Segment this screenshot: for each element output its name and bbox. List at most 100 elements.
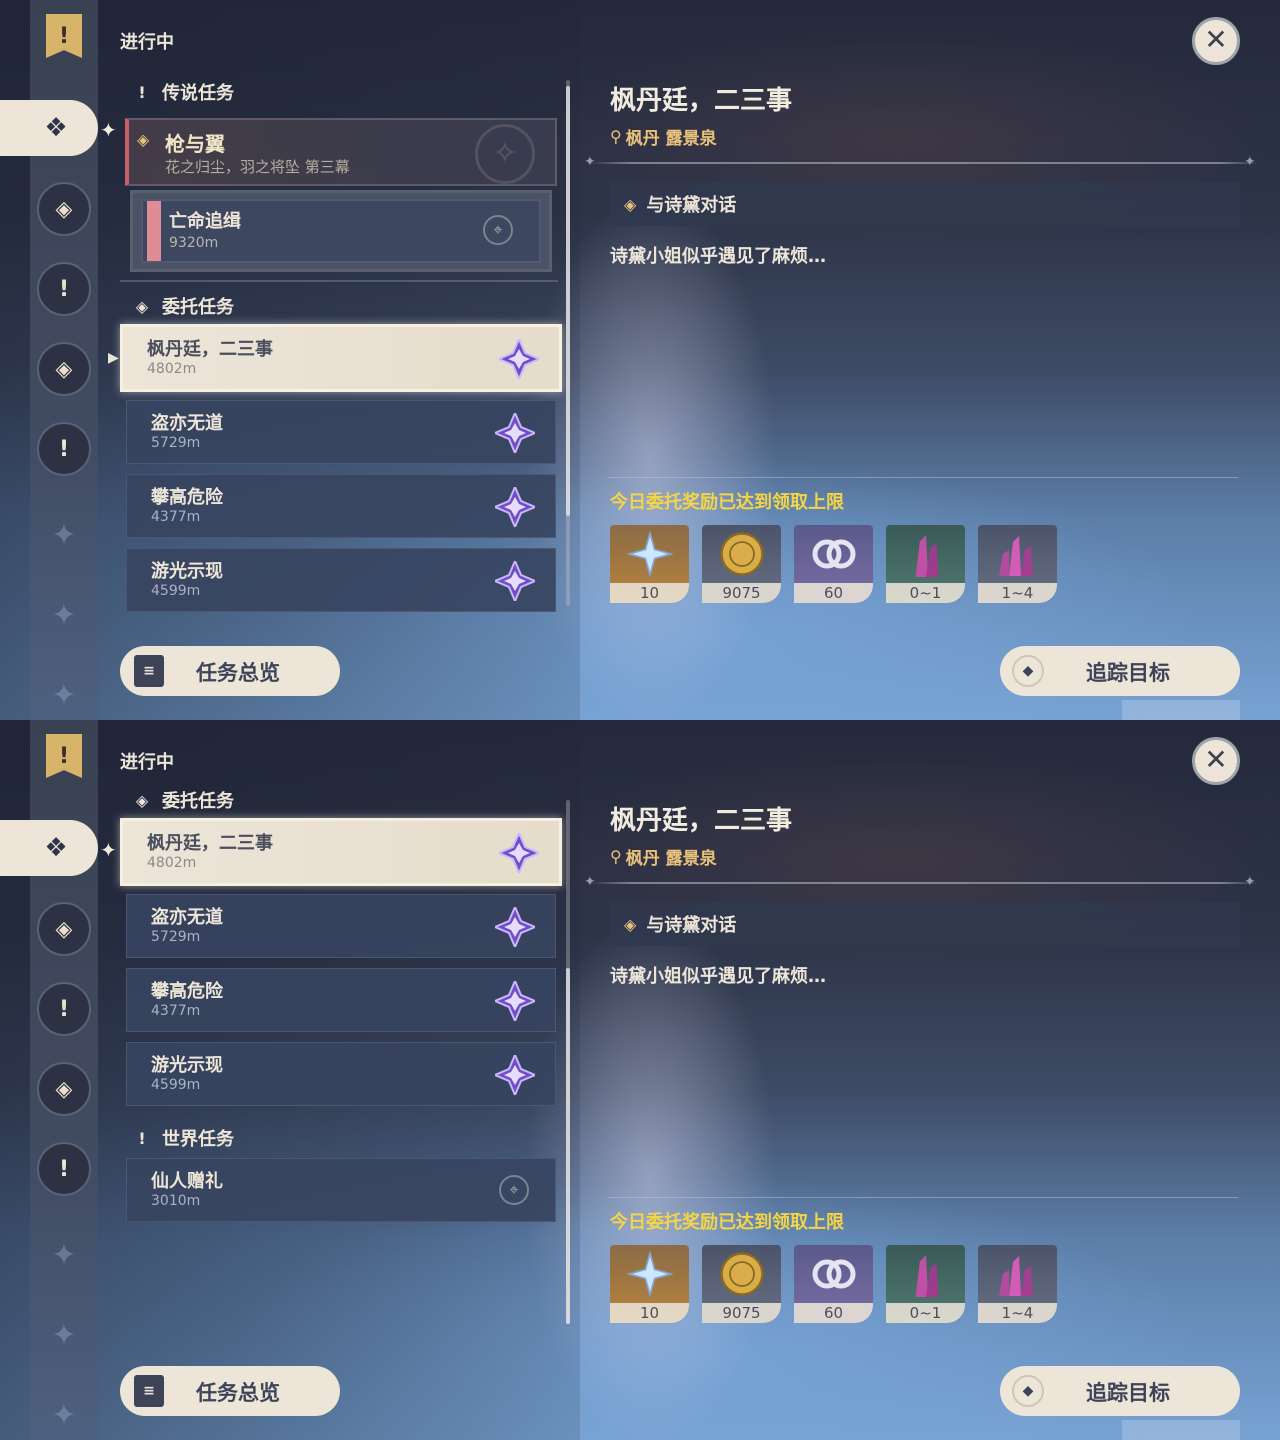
reward-count: 10 [610, 583, 689, 603]
location-pin-icon: ⚲ [610, 127, 622, 146]
map-pin-icon[interactable]: ⌖ [499, 1175, 529, 1205]
rail-tab-archon[interactable]: ◈ [37, 902, 91, 956]
close-button[interactable]: ✕ [1192, 17, 1240, 65]
quest-overview-button[interactable]: ≡ 任务总览 [120, 646, 340, 696]
reward-crystal-chunk[interactable]: 0~1 [886, 525, 965, 603]
corner-overlay [1122, 700, 1240, 720]
quest-distance: 4802m [147, 855, 197, 871]
quest-description: 诗黛小姐似乎遇见了麻烦… [610, 966, 826, 987]
quest-item[interactable]: 游光示现 4599m [126, 1042, 556, 1106]
close-button[interactable]: ✕ [1192, 737, 1240, 785]
reward-mora[interactable]: 9075 [702, 525, 781, 603]
quest-item[interactable]: 盗亦无道 5729m [126, 400, 556, 464]
track-target-button[interactable]: ◆ 追踪目标 [1000, 1366, 1240, 1416]
scrollbar-thumb[interactable] [566, 86, 570, 516]
legend-quest-item[interactable]: ◈ 枪与翼 花之归尘，羽之将坠 第三幕 ✧ [125, 118, 557, 186]
reward-count: 0~1 [886, 1303, 965, 1323]
objective-bar: ◈ 与诗黛对话 [610, 182, 1240, 226]
reward-mora[interactable]: 9075 [702, 1245, 781, 1323]
separator-ornament-icon: ✦ [584, 874, 596, 890]
category-commission: ◈ 委托任务 [132, 787, 234, 813]
quest-item-selected[interactable]: 枫丹廷，二三事 4802m [120, 818, 562, 886]
scrollbar-thumb[interactable] [566, 968, 570, 1324]
quest-distance: 4377m [151, 1003, 201, 1019]
commission-star-icon [492, 558, 538, 604]
legend-quest-subtitle: 花之归尘，羽之将坠 第三幕 [165, 158, 350, 176]
category-legend-label: 传说任务 [162, 83, 234, 104]
commission-icon: ◈ [135, 790, 149, 810]
reward-crystal-chunk[interactable]: 0~1 [886, 1245, 965, 1323]
corner-overlay [1122, 1420, 1240, 1440]
reward-fellowship[interactable]: 60 [794, 525, 873, 603]
quest-item[interactable]: 盗亦无道 5729m [126, 894, 556, 958]
reward-crystal-cluster[interactable]: 1~4 [978, 1245, 1057, 1323]
reward-crystal-cluster[interactable]: 1~4 [978, 525, 1057, 603]
reward-primogem[interactable]: 10 [610, 1245, 689, 1323]
quest-title: 盗亦无道 [151, 907, 223, 928]
legend-subquest-item[interactable]: 亡命追缉 9320m ⌖ [141, 199, 541, 263]
rail-tab-world[interactable]: ! [37, 422, 91, 476]
quest-description: 诗黛小姐似乎遇见了麻烦… [610, 246, 826, 267]
quest-detail-title: 枫丹廷，二三事 [610, 86, 793, 116]
world-quest-item[interactable]: 仙人赠礼 3010m ⌖ [126, 1158, 556, 1222]
subquest-distance: 9320m [169, 235, 219, 251]
quest-detail-title: 枫丹廷，二三事 [610, 806, 793, 836]
reward-limit-text: 今日委托奖励已达到领取上限 [610, 1212, 844, 1233]
quest-distance: 4599m [151, 1077, 201, 1093]
rail-tab-commission[interactable]: ❖ [0, 820, 98, 876]
legend-quest-title: 枪与翼 [165, 132, 225, 156]
rail-tab-commission[interactable]: ❖ [0, 100, 98, 156]
reward-fellowship[interactable]: 60 [794, 1245, 873, 1323]
crystal-cluster-icon [978, 525, 1057, 583]
track-target-button[interactable]: ◆ 追踪目标 [1000, 646, 1240, 696]
rail-tab-event[interactable]: ◈ [37, 342, 91, 396]
commission-star-icon [496, 336, 542, 382]
rail-tab-story[interactable]: ! [37, 262, 91, 316]
crystal-chunk-icon [886, 525, 965, 583]
category-world: ! 世界任务 [132, 1125, 234, 1151]
quest-item[interactable]: 攀高危险 4377m [126, 474, 556, 538]
location-text: 枫丹 露景泉 [625, 849, 717, 869]
rail-tab-world[interactable]: ! [37, 1142, 91, 1196]
reward-count: 0~1 [886, 583, 965, 603]
quest-item[interactable]: 游光示现 4599m [126, 548, 556, 612]
map-pin-icon[interactable]: ⌖ [483, 215, 513, 245]
rail-tab-story[interactable]: ! [37, 982, 91, 1036]
quest-title: 仙人赠礼 [151, 1171, 223, 1192]
objective-diamond-icon: ◈ [137, 130, 150, 149]
track-diamond-icon: ◆ [1012, 1375, 1044, 1407]
reward-count: 60 [794, 1303, 873, 1323]
quest-distance: 5729m [151, 435, 201, 451]
reward-count: 10 [610, 1303, 689, 1323]
objective-diamond-icon: ◈ [624, 914, 637, 934]
reward-count: 9075 [702, 583, 781, 603]
quest-item[interactable]: 攀高危险 4377m [126, 968, 556, 1032]
objective-text: 与诗黛对话 [646, 915, 737, 936]
quest-distance: 4802m [147, 361, 197, 377]
mora-icon [702, 1245, 781, 1303]
quest-distance: 4599m [151, 583, 201, 599]
reward-count: 1~4 [978, 583, 1057, 603]
active-tab-sparkle-icon: ✦ [100, 838, 117, 862]
commission-star-icon [492, 484, 538, 530]
reward-primogem[interactable]: 10 [610, 525, 689, 603]
quest-book-icon: ≡ [134, 655, 164, 687]
crystal-chunk-icon [886, 1245, 965, 1303]
quest-distance: 4377m [151, 509, 201, 525]
quest-overview-button[interactable]: ≡ 任务总览 [120, 1366, 340, 1416]
commission-star-icon [492, 978, 538, 1024]
commission-star-icon [492, 1052, 538, 1098]
primogem-icon [610, 1245, 689, 1303]
rewards-separator [608, 1197, 1238, 1198]
quest-item-selected[interactable]: 枫丹廷，二三事 4802m [120, 324, 562, 392]
reward-count: 60 [794, 583, 873, 603]
list-scrollbar[interactable] [566, 800, 570, 1324]
location-pin-icon: ⚲ [610, 847, 622, 866]
objective-bar: ◈ 与诗黛对话 [610, 902, 1240, 946]
track-diamond-icon: ◆ [1012, 655, 1044, 687]
rail-tab-archon[interactable]: ◈ [37, 182, 91, 236]
list-scrollbar[interactable] [566, 80, 570, 606]
rail-tab-event[interactable]: ◈ [37, 1062, 91, 1116]
category-commission: ◈ 委托任务 [132, 293, 234, 319]
commission-diamond-icon: ❖ [44, 113, 68, 143]
